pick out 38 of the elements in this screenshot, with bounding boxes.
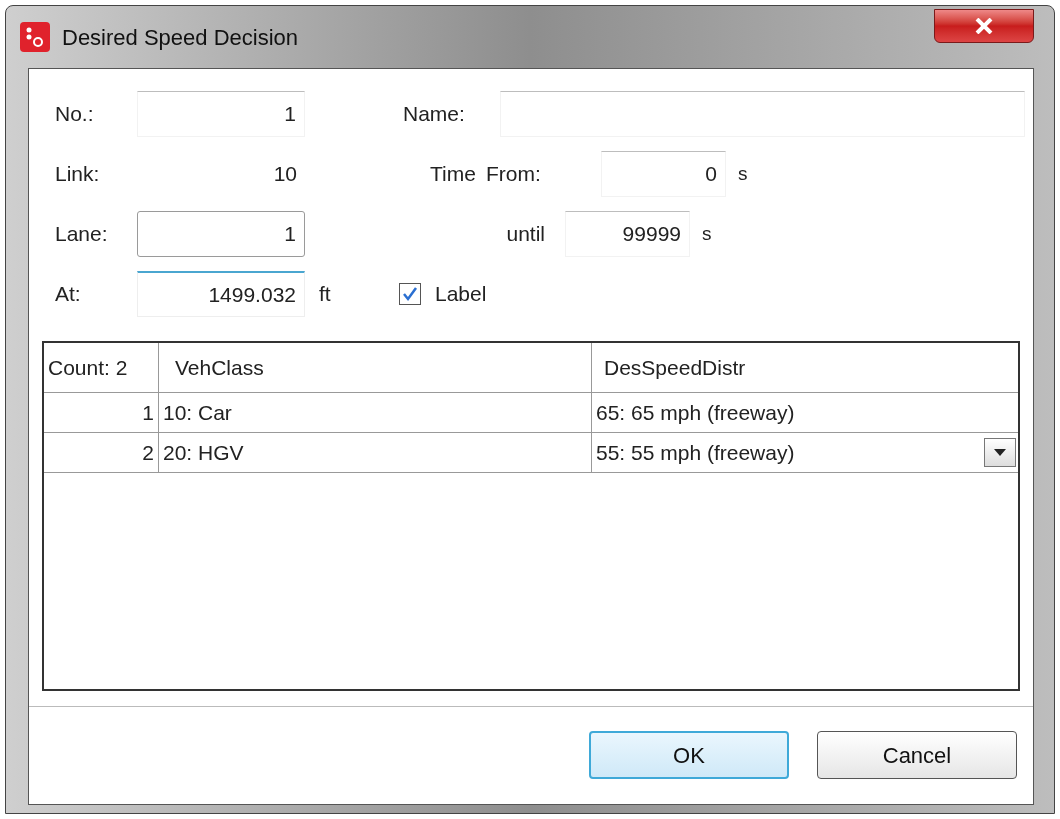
field-label: Time <box>430 161 476 188</box>
field-label: From: <box>485 161 542 188</box>
check-icon <box>402 286 418 302</box>
checkbox-label: Label <box>435 281 487 308</box>
column-header: VehClass <box>159 343 592 392</box>
field-label: until <box>505 221 546 248</box>
table-cell-text: 55: 55 mph (freeway) <box>595 439 796 466</box>
row-number: 1 <box>44 393 159 432</box>
app-icon <box>20 22 50 52</box>
table-cell: 10: Car <box>159 393 592 432</box>
close-icon <box>975 18 993 34</box>
column-header: Count: 2 <box>44 343 159 392</box>
unit-label: s <box>702 221 712 246</box>
column-header: DesSpeedDistr <box>603 354 747 381</box>
row-number: 2 <box>44 433 159 472</box>
lane-field[interactable]: 1 <box>137 211 305 257</box>
dialog-button[interactable]: Cancel <box>817 731 1017 779</box>
field-label: Lane: <box>55 221 109 248</box>
time-from-field[interactable]: 0 <box>600 151 726 197</box>
unit-label: s <box>737 161 748 186</box>
position-field[interactable]: 1499.032 <box>137 271 305 317</box>
window-title: Desired Speed Decision <box>62 23 299 52</box>
field-label: Name: <box>403 101 466 128</box>
number-field[interactable]: 1 <box>137 91 305 137</box>
label-checkbox[interactable] <box>399 283 421 305</box>
caret-icon <box>994 449 1006 456</box>
name-field[interactable] <box>500 91 1025 137</box>
close-button[interactable] <box>934 9 1034 43</box>
until-field[interactable]: 99999 <box>565 211 690 257</box>
field-label: Link: <box>55 161 101 188</box>
unit-label: ft <box>319 281 332 308</box>
field-label: At: <box>55 281 82 308</box>
table-cell: 20: HGV <box>159 433 592 472</box>
dropdown-button[interactable] <box>984 438 1016 467</box>
table-cell-text: 65: 65 mph (freeway) <box>595 399 796 426</box>
field-label: No.: <box>55 101 95 128</box>
dialog-button[interactable]: OK <box>589 731 789 779</box>
link-value: 10 <box>272 161 298 188</box>
